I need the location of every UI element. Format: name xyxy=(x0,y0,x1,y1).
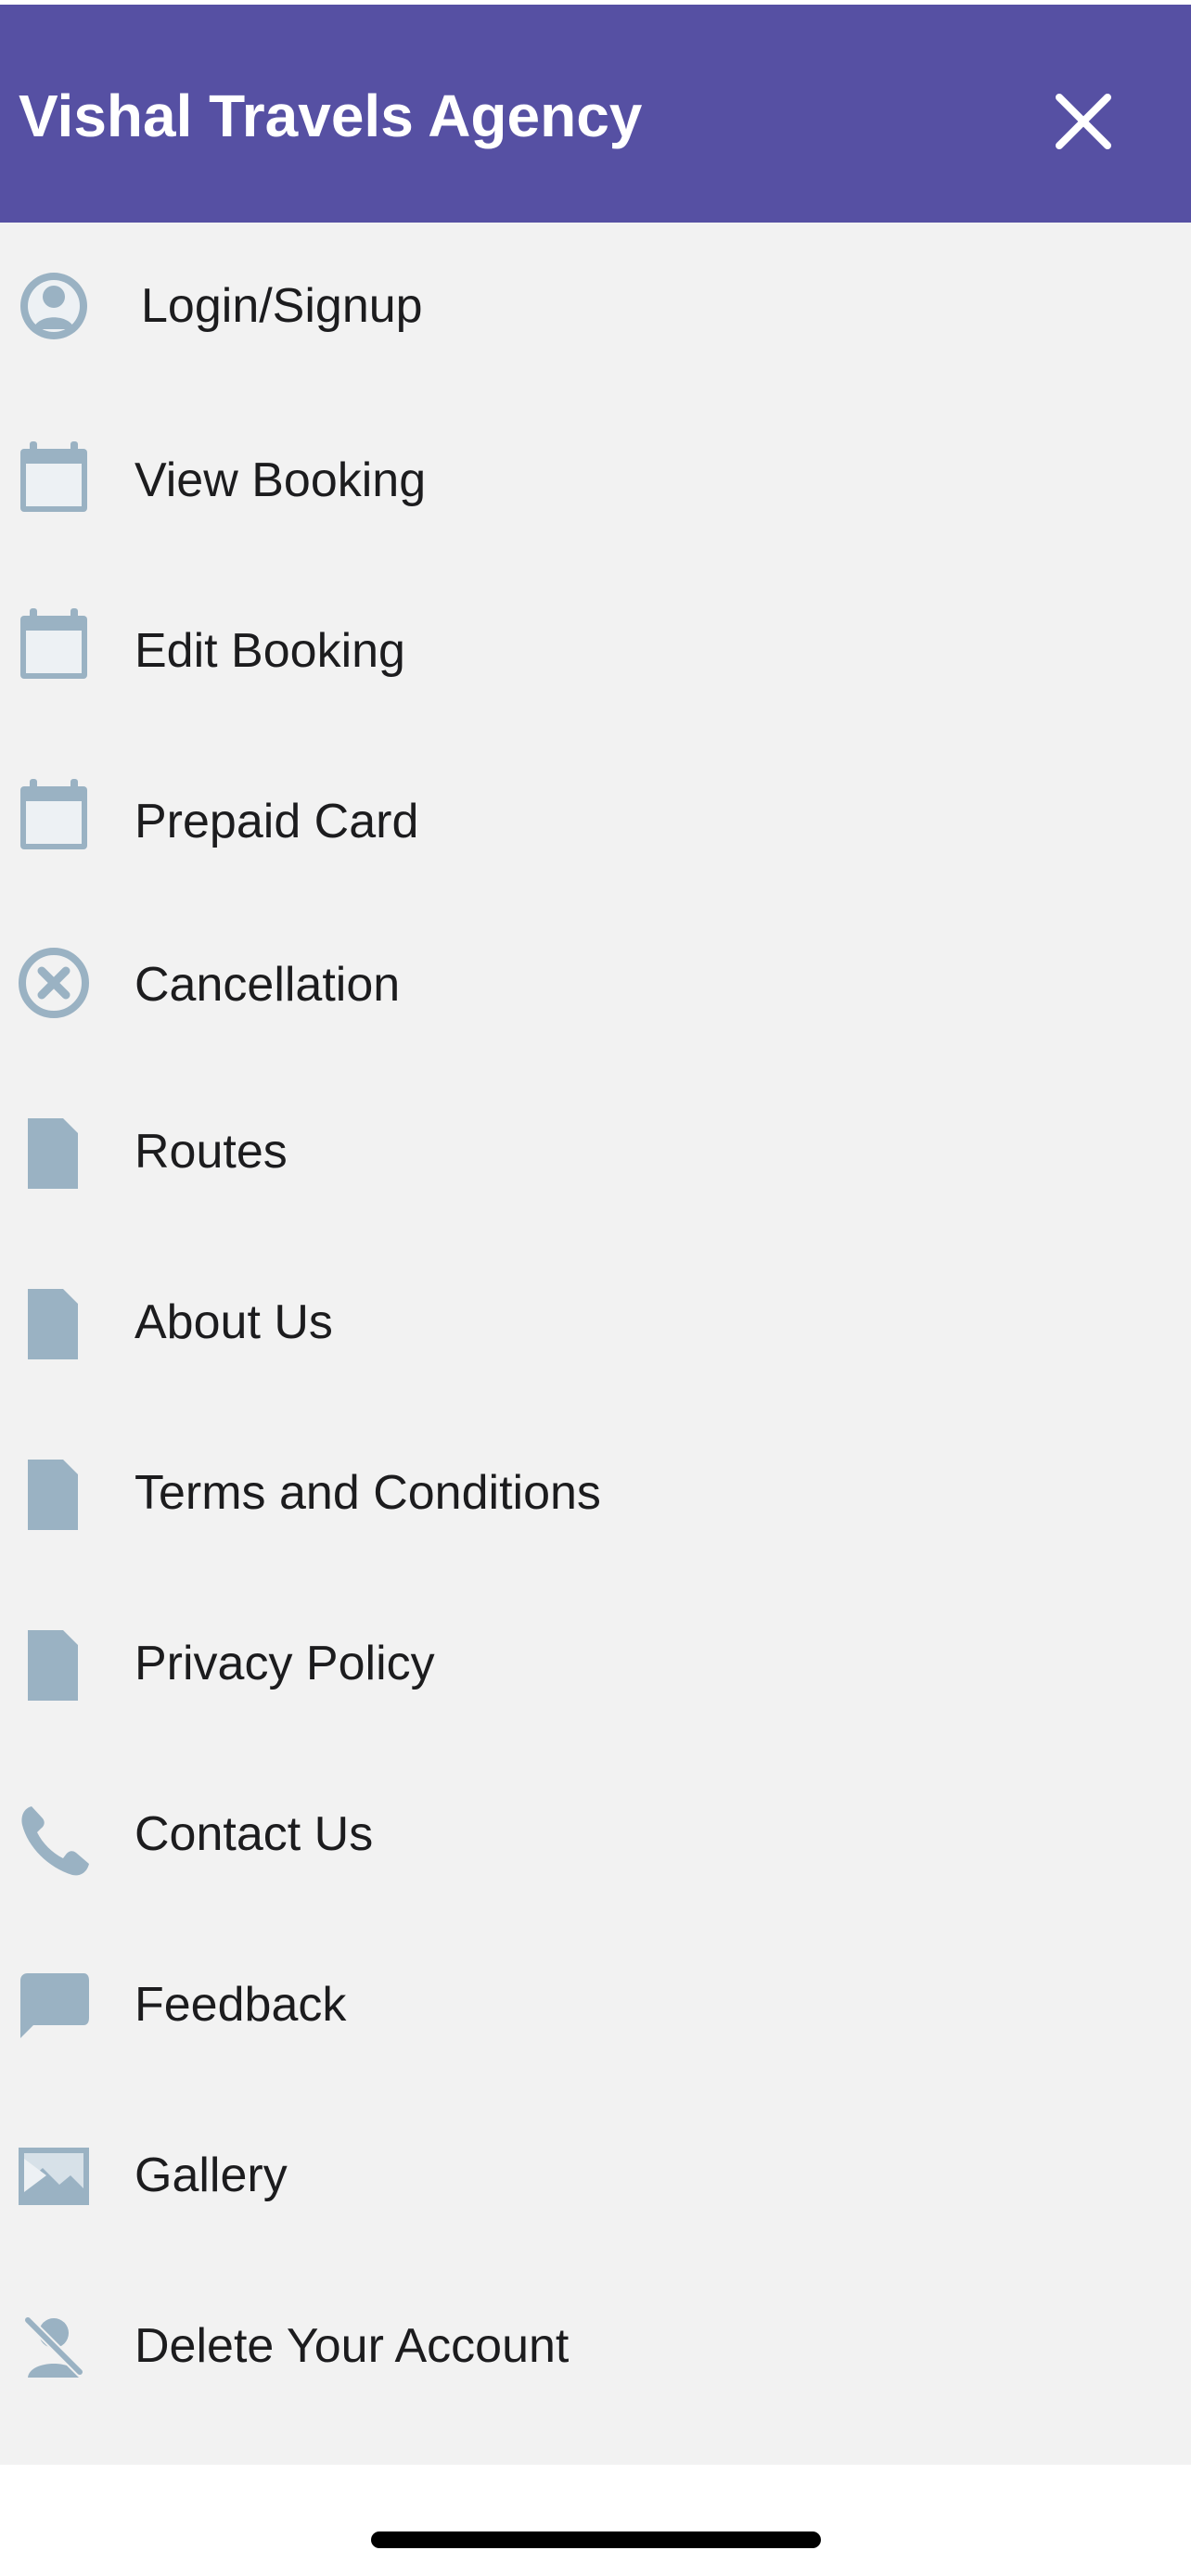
delete-account-icon xyxy=(21,2314,86,2378)
close-button[interactable] xyxy=(1050,88,1117,155)
document-icon xyxy=(28,1460,78,1530)
menu-label: Privacy Policy xyxy=(134,1637,435,1690)
drawer-header: Vishal Travels Agency xyxy=(0,5,1191,223)
calendar-icon xyxy=(20,779,87,849)
menu-item-view-booking[interactable]: View Booking xyxy=(0,393,1191,564)
menu-label: Prepaid Card xyxy=(134,795,419,848)
menu-item-edit-booking[interactable]: Edit Booking xyxy=(0,564,1191,734)
phone-icon xyxy=(21,1806,89,1876)
menu-item-delete-account[interactable]: Delete Your Account xyxy=(0,2270,1191,2441)
app-screen: Vishal Travels Agency Login/Signup View … xyxy=(0,0,1191,2576)
cancel-circle-icon xyxy=(19,948,89,1018)
menu-label: Delete Your Account xyxy=(134,2319,570,2373)
menu-label: View Booking xyxy=(134,453,427,507)
menu-label: Feedback xyxy=(134,1978,347,2032)
menu-item-privacy-policy[interactable]: Privacy Policy xyxy=(0,1588,1191,1758)
menu-label: Cancellation xyxy=(134,958,401,1012)
menu-label: Login/Signup xyxy=(141,279,423,333)
image-icon xyxy=(19,2148,89,2205)
drawer-menu: Login/Signup View Booking Edit Booking P… xyxy=(0,223,1191,2465)
menu-item-login-signup[interactable]: Login/Signup xyxy=(0,223,1191,393)
user-icon xyxy=(20,273,87,339)
home-indicator[interactable] xyxy=(371,2531,821,2548)
menu-label: Gallery xyxy=(134,2149,288,2202)
menu-item-cancellation[interactable]: Cancellation xyxy=(0,905,1191,1076)
menu-item-prepaid-card[interactable]: Prepaid Card xyxy=(0,734,1191,905)
menu-item-routes[interactable]: Routes xyxy=(0,1076,1191,1246)
chat-icon xyxy=(20,1973,89,2038)
document-icon xyxy=(28,1289,78,1359)
menu-label: Routes xyxy=(134,1125,288,1179)
menu-label: About Us xyxy=(134,1295,333,1349)
menu-label: Terms and Conditions xyxy=(134,1466,601,1520)
menu-item-about-us[interactable]: About Us xyxy=(0,1246,1191,1417)
menu-label: Contact Us xyxy=(134,1807,374,1861)
menu-item-terms-and-conditions[interactable]: Terms and Conditions xyxy=(0,1417,1191,1588)
calendar-icon xyxy=(20,441,87,512)
menu-item-contact-us[interactable]: Contact Us xyxy=(0,1758,1191,1929)
menu-label: Edit Booking xyxy=(134,624,405,678)
document-icon xyxy=(28,1630,78,1701)
menu-item-gallery[interactable]: Gallery xyxy=(0,2099,1191,2270)
document-icon xyxy=(28,1118,78,1189)
calendar-icon xyxy=(20,608,87,679)
app-title: Vishal Travels Agency xyxy=(19,83,643,149)
menu-item-feedback[interactable]: Feedback xyxy=(0,1929,1191,2099)
close-icon xyxy=(1056,94,1111,149)
